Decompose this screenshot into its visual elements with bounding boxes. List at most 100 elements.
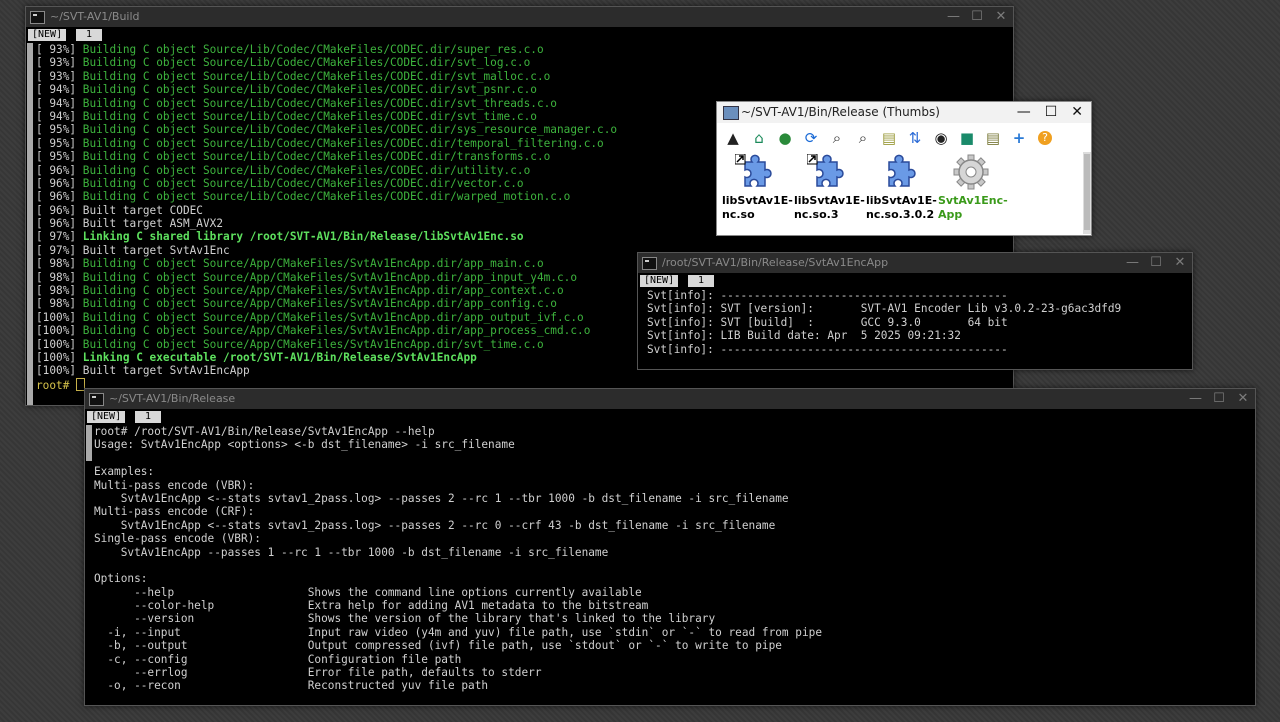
build-message: Building C object Source/Lib/Codec/CMake… [82,109,537,123]
terminal-line: -c, --config Configuration file path [94,652,462,666]
file-thumbnail[interactable]: libSvtAv1E- nc.so.3 [791,152,865,234]
close-button[interactable]: ✕ [1071,102,1083,123]
help-terminal-window[interactable]: ~/SVT-AV1/Bin/Release — ☐ ✕ [NEW] 1 root… [84,388,1256,706]
build-progress: [ 93%] [36,56,83,70]
eye-icon[interactable]: ◉ [931,128,951,148]
build-progress: [100%] [36,364,83,378]
build-message: Building C object Source/App/CMakeFiles/… [82,257,544,271]
up-arrow-icon[interactable]: ▲ [723,128,743,148]
info-terminal-window[interactable]: /root/SVT-AV1/Bin/Release/SvtAv1EncApp —… [637,252,1193,370]
terminal-line: SvtAv1EncApp <--stats svtav1_2pass.log> … [94,491,789,505]
puzzle-icon [879,154,919,190]
file-name: libSvtAv1E- nc.so.3 [794,194,865,221]
gear-icon [951,154,991,190]
terminal-line: Examples: [94,465,155,479]
terminal-line: Svt[info]: SVT [build] : GCC 9.3.0 64 bi… [647,315,1008,329]
build-message: Building C object Source/Lib/Codec/CMake… [82,69,551,83]
build-tabbar: [NEW] 1 [26,28,1013,42]
maximize-button[interactable]: ☐ [1045,102,1058,123]
maximize-button[interactable]: ☐ [971,7,983,27]
list-icon[interactable]: ▤ [983,128,1003,148]
build-message: Building C object Source/Lib/Codec/CMake… [82,150,551,164]
minimize-button[interactable]: — [1017,102,1031,123]
build-progress: [ 95%] [36,150,83,164]
file-name: libSvtAv1E- nc.so.3.0.2 [866,194,937,221]
terminal-line: [ 93%] Building C object Source/Lib/Code… [36,56,1013,69]
help-terminal-output[interactable]: root# /root/SVT-AV1/Bin/Release/SvtAv1En… [85,425,1255,705]
file-thumbnail[interactable]: libSvtAv1E- nc.so [719,152,793,234]
tab-1[interactable]: 1 [76,29,103,41]
file-manager-scrollbar[interactable] [1083,152,1091,234]
build-progress: [ 97%] [36,230,83,244]
minimize-button[interactable]: — [1126,253,1139,273]
home-icon[interactable]: ⌂ [749,128,769,148]
minimize-button[interactable]: — [947,7,960,27]
puzzle-icon [806,153,847,190]
build-message: Linking C shared library /root/SVT-AV1/B… [82,230,524,244]
build-message: Building C object Source/Lib/Codec/CMake… [82,96,557,110]
info-tabbar: [NEW] 1 [638,274,1192,288]
close-button[interactable]: ✕ [1174,253,1186,273]
terminal-line: Svt[info]: -----------------------------… [647,289,1008,302]
close-button[interactable]: ✕ [1237,389,1249,409]
build-progress: [ 96%] [36,203,83,217]
build-window-titlebar[interactable]: ~/SVT-AV1/Build — ☐ ✕ [26,7,1013,27]
build-message: Building C object Source/Lib/Codec/CMake… [82,56,531,70]
build-message: Building C object Source/App/CMakeFiles/… [82,337,544,351]
file-name: SvtAv1Enc- App [938,194,1008,221]
build-progress: [ 98%] [36,297,83,311]
file-thumbnail[interactable]: libSvtAv1E- nc.so.3.0.2 [863,152,937,234]
build-message: Building C object Source/Lib/Codec/CMake… [82,123,618,137]
sort-icon[interactable]: ⇅ [905,128,925,148]
terminal-line: [ 93%] Building C object Source/Lib/Code… [36,43,1013,56]
terminal-line: SvtAv1EncApp <--stats svtav1_2pass.log> … [94,518,776,532]
zoom-out-icon[interactable]: ⌕ [853,128,873,148]
help-icon[interactable]: ? [1038,131,1052,145]
maximize-button[interactable]: ☐ [1150,253,1162,273]
zoom-in-icon[interactable]: ⌕ [827,128,847,148]
maximize-button[interactable]: ☐ [1213,389,1225,409]
file-thumbnail[interactable]: SvtAv1Enc- App [935,152,1008,234]
terminal-line: Usage: SvtAv1EncApp <options> <-b dst_fi… [94,438,515,452]
build-message: Building C object Source/App/CMakeFiles/… [82,310,584,324]
close-button[interactable]: ✕ [995,7,1007,27]
help-window-titlebar[interactable]: ~/SVT-AV1/Bin/Release — ☐ ✕ [85,389,1255,409]
back-icon[interactable]: ● [775,128,795,148]
terminal-line: -i, --input Input raw video (y4m and yuv… [94,625,823,639]
details-icon[interactable]: ▤ [879,128,899,148]
refresh-icon[interactable]: ⟳ [801,128,821,148]
tab-new[interactable]: [NEW] [87,411,126,423]
build-progress: [ 93%] [36,69,83,83]
file-manager-titlebar[interactable]: ~/SVT-AV1/Bin/Release (Thumbs) — ☐ ✕ [717,102,1091,123]
terminal-line: SvtAv1EncApp --passes 1 --rc 1 --tbr 100… [94,545,609,559]
build-message: Built target ASM_AVX2 [82,217,224,231]
terminal-line: [ 94%] Building C object Source/Lib/Code… [36,83,1013,96]
minimize-button[interactable]: — [1189,389,1202,409]
build-progress: [ 96%] [36,163,83,177]
info-window-titlebar[interactable]: /root/SVT-AV1/Bin/Release/SvtAv1EncApp —… [638,253,1192,273]
plus-icon[interactable]: + [1009,128,1029,148]
build-progress: [100%] [36,350,83,364]
terminal-line: Options: [94,572,148,586]
file-thumbnail-grid: libSvtAv1E- nc.so libSvtAv1E- nc.so.3 libS… [717,152,1083,234]
build-progress: [ 98%] [36,257,83,271]
terminal-icon [30,11,45,24]
build-window-title: ~/SVT-AV1/Build [50,10,140,23]
build-progress: [ 94%] [36,109,83,123]
terminal-line: --version Shows the version of the libra… [94,612,716,626]
tab-new[interactable]: [NEW] [640,275,679,287]
terminal-line: -o, --recon Reconstructed yuv file path [94,679,489,693]
terminal-line: Multi-pass encode (CRF): [94,505,255,519]
file-manager-window[interactable]: ~/SVT-AV1/Bin/Release (Thumbs) — ☐ ✕ ▲ ⌂… [716,101,1092,236]
folder-icon[interactable]: ■ [957,128,977,148]
tab-1[interactable]: 1 [688,275,715,287]
tab-1[interactable]: 1 [135,411,162,423]
info-terminal-output[interactable]: Svt[info]: -----------------------------… [638,289,1192,369]
terminal-icon [642,257,657,270]
shell-prompt: root# [36,378,77,392]
tab-new[interactable]: [NEW] [28,29,67,41]
build-message: Building C object Source/App/CMakeFiles/… [82,324,591,338]
terminal-line: Single-pass encode (VBR): [94,532,261,546]
